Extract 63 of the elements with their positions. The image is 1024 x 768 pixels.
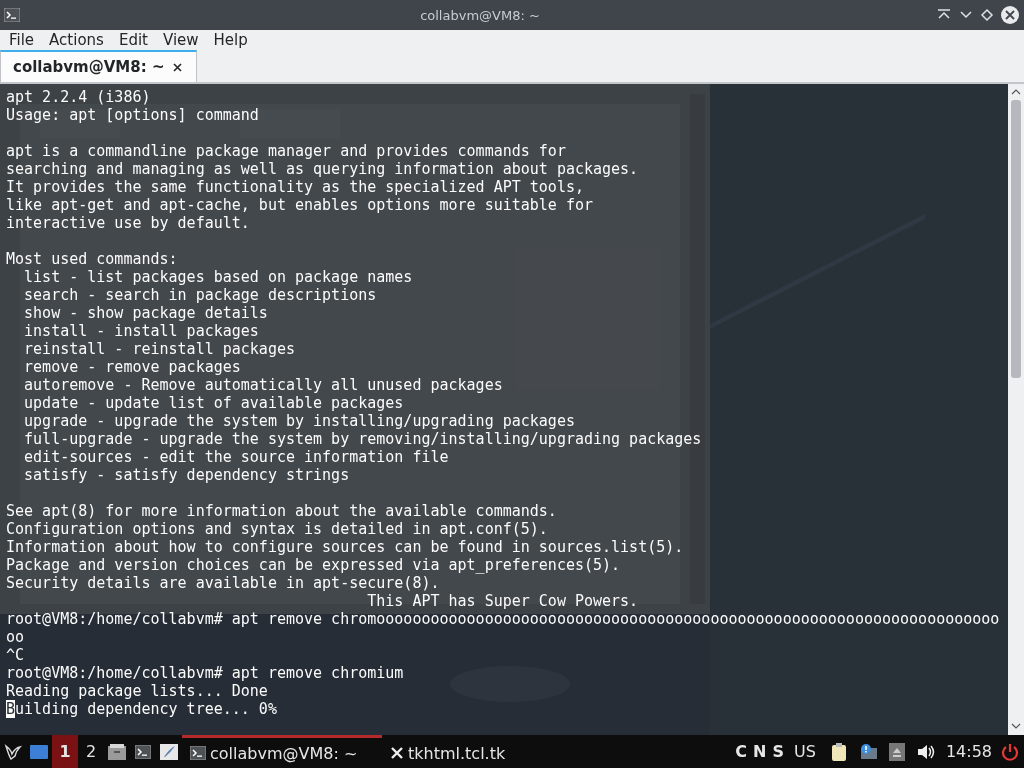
scrollbar[interactable] bbox=[1008, 84, 1024, 735]
terminal-line: Most used commands: bbox=[6, 250, 178, 268]
terminal-icon bbox=[190, 746, 206, 760]
keyboard-layout[interactable]: US bbox=[794, 742, 816, 761]
terminal-line: Configuration options and syntax is detailed in apt.conf(5). bbox=[6, 520, 548, 538]
terminal-icon bbox=[135, 744, 151, 759]
eject-icon[interactable] bbox=[887, 741, 906, 762]
close-icon[interactable] bbox=[1000, 5, 1020, 25]
terminal-line: show - show package details bbox=[23, 304, 268, 322]
terminal-line: apt is a commandline package manager and provides commands for bbox=[6, 142, 566, 160]
terminal-line: root@VM8:/home/collabvm# apt remove chromooooooooooooooooooooooooooooooooooooooooooooooooooooooooooooooooooooo bbox=[6, 610, 1000, 628]
terminal-tab[interactable]: collabvm@VM8: ~ bbox=[0, 50, 197, 82]
terminal-line: satisfy - satisfy dependency strings bbox=[23, 466, 350, 484]
terminal-line: list - list packages based on package names bbox=[23, 268, 413, 286]
terminal-line: It provides the same functionality as the specialized APT tools, bbox=[6, 178, 584, 196]
terminal-line: full-upgrade - upgrade the system by removing/installing/upgrading packages bbox=[23, 430, 702, 448]
volume-icon[interactable] bbox=[915, 742, 936, 761]
clock: 14:58 bbox=[945, 742, 992, 761]
terminal-line: This APT has Super Cow Powers. bbox=[366, 592, 639, 610]
menu-item[interactable]: Actions bbox=[42, 31, 111, 49]
terminal-line: install - install packages bbox=[23, 322, 259, 340]
terminal-line: root@VM8:/home/collabvm# apt remove chromium bbox=[6, 664, 404, 682]
terminal-line: Usage: apt [options] command bbox=[6, 106, 259, 124]
terminal-line: searching and managing as well as querying information about packages. bbox=[6, 160, 639, 178]
x-icon bbox=[390, 746, 404, 760]
window-title: collabvm@VM8: ~ bbox=[419, 7, 541, 23]
terminal-line: upgrade - upgrade the system by installing/upgrading packages bbox=[23, 412, 575, 430]
maximize-icon[interactable] bbox=[980, 8, 994, 22]
workspace-button[interactable]: 1 bbox=[52, 735, 78, 768]
terminal-line: Package and version choices can be expressed via apt_preferences(5). bbox=[6, 556, 621, 574]
menu-item[interactable]: Edit bbox=[111, 31, 155, 49]
terminal-line: like apt-get and apt-cache, but enables options more suitable for bbox=[6, 196, 593, 214]
terminal-line: edit-sources - edit the source information file bbox=[23, 448, 449, 466]
terminal-line: remove - remove packages bbox=[23, 358, 241, 376]
terminal-line: update - update list of available packages bbox=[23, 394, 404, 412]
terminal-line: Building dependency tree... 0% bbox=[6, 700, 277, 718]
lock-indicator: N bbox=[753, 742, 767, 761]
clipboard-icon[interactable] bbox=[829, 741, 848, 762]
terminal-line: interactive use by default. bbox=[6, 214, 250, 232]
terminal-line: Information about how to configure sources can be found in sources.list(5). bbox=[6, 538, 684, 556]
terminal-line: apt 2.2.4 (i386) bbox=[6, 88, 151, 106]
terminal-line: reinstall - reinstall packages bbox=[23, 340, 295, 358]
desktop-icon[interactable] bbox=[29, 742, 49, 761]
taskbar-task[interactable]: collabvm@VM8: ~ bbox=[182, 735, 382, 768]
terminal-line: search - search in package descriptions bbox=[23, 286, 377, 304]
terminal-icon bbox=[4, 8, 20, 22]
terminal-line: Reading package lists... Done bbox=[6, 682, 268, 700]
file-manager-icon[interactable] bbox=[107, 742, 127, 761]
menu-item[interactable]: View bbox=[155, 31, 206, 49]
terminal-line: ^C bbox=[6, 646, 25, 664]
menu-item[interactable]: Help bbox=[206, 31, 255, 49]
close-tab-icon[interactable] bbox=[172, 62, 182, 72]
power-icon[interactable] bbox=[1000, 741, 1020, 762]
terminal-line: Security details are available in apt-secure(8). bbox=[6, 574, 440, 592]
terminal-line: See apt(8) for more information about the available commands. bbox=[6, 502, 557, 520]
text-editor-icon[interactable] bbox=[159, 742, 179, 761]
menu-item[interactable]: File bbox=[2, 31, 42, 49]
taskbar-task[interactable]: tkhtml.tcl.tk bbox=[382, 735, 582, 768]
workspace-button[interactable]: 2 bbox=[78, 735, 104, 768]
terminal-line: autoremove - Remove automatically all unused packages bbox=[23, 376, 503, 394]
lock-indicator: S bbox=[772, 742, 784, 761]
lock-indicator: C bbox=[735, 742, 748, 761]
terminal-line: oo bbox=[6, 628, 25, 646]
